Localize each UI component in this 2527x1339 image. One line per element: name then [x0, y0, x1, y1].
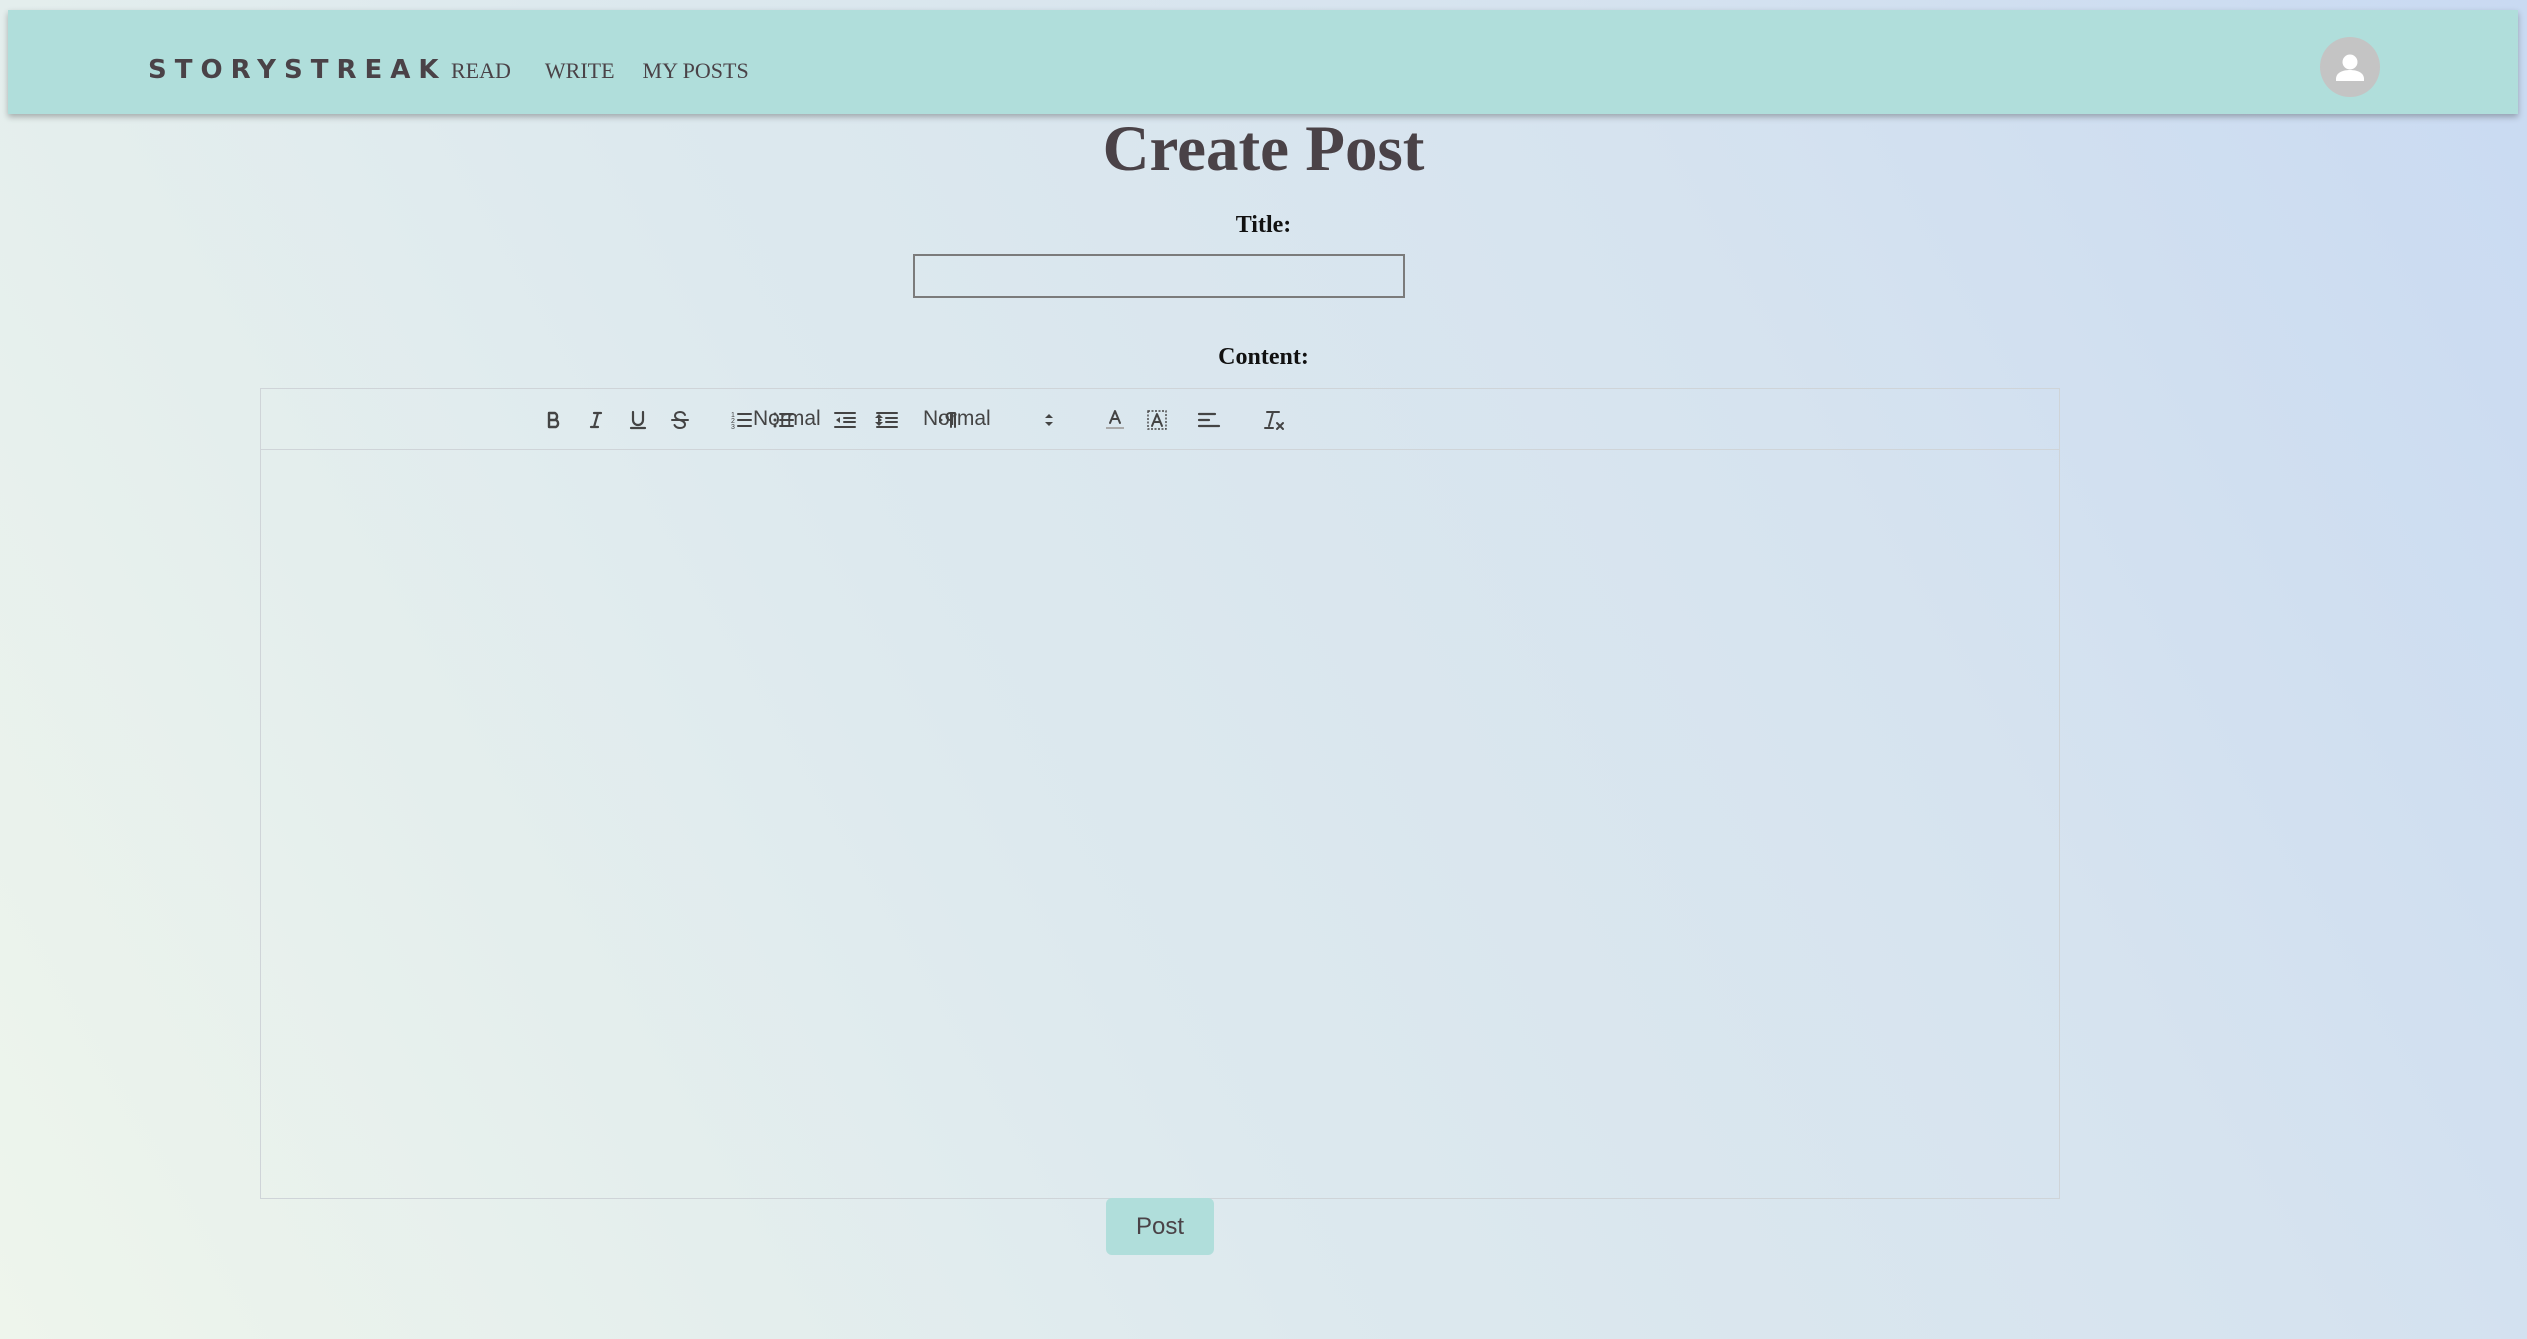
- italic-button[interactable]: [582, 406, 610, 434]
- main-nav: READ WRITE MY POSTS: [451, 58, 749, 84]
- editor-content-area[interactable]: [261, 450, 2059, 1198]
- title-input[interactable]: [913, 254, 1405, 298]
- bold-button[interactable]: [540, 406, 568, 434]
- underline-button[interactable]: [624, 406, 652, 434]
- italic-icon: [589, 411, 603, 429]
- clear-format-icon: [1264, 411, 1284, 430]
- title-label: Title:: [1235, 212, 1292, 238]
- strikethrough-icon: [671, 410, 689, 430]
- editor-toolbar: 1 2 3 Normal Normal: [261, 389, 2059, 450]
- user-avatar-button[interactable]: [2320, 37, 2380, 97]
- outdent-button[interactable]: [831, 406, 859, 434]
- navbar: STORYSTREAK READ WRITE MY POSTS: [8, 10, 2518, 114]
- size-select-value: Normal: [923, 407, 991, 430]
- text-color-icon: [1106, 410, 1124, 429]
- strikethrough-button[interactable]: [666, 406, 694, 434]
- size-select[interactable]: Normal: [923, 403, 1053, 435]
- page-title: Create Post: [1102, 113, 1425, 185]
- background-color-icon: [1147, 410, 1167, 430]
- heading-select-value: Normal: [753, 407, 821, 430]
- align-button[interactable]: [1195, 406, 1223, 434]
- ordered-list-button[interactable]: 1 2 3: [727, 406, 755, 434]
- brand-logo[interactable]: STORYSTREAK: [148, 55, 447, 85]
- heading-select[interactable]: Normal: [753, 403, 883, 435]
- content-label: Content:: [1218, 344, 1309, 370]
- nav-link-write[interactable]: WRITE: [545, 58, 615, 84]
- rich-text-editor: 1 2 3 Normal Normal: [260, 388, 2060, 1199]
- post-button[interactable]: Post: [1106, 1198, 1214, 1255]
- user-icon: [2336, 54, 2364, 81]
- clear-format-button[interactable]: [1259, 406, 1287, 434]
- select-arrows-icon: [1045, 414, 1053, 426]
- background-color-button[interactable]: [1143, 406, 1171, 434]
- bold-icon: [547, 411, 560, 429]
- select-arrows-icon: [875, 414, 883, 426]
- nav-link-my-posts[interactable]: MY POSTS: [643, 58, 749, 84]
- nav-link-read[interactable]: READ: [451, 58, 511, 84]
- svg-text:3: 3: [731, 424, 735, 431]
- underline-icon: [629, 410, 647, 430]
- text-color-button[interactable]: [1101, 406, 1129, 434]
- ordered-list-icon: 1 2 3: [731, 412, 752, 431]
- align-left-icon: [1197, 412, 1221, 428]
- outdent-icon: [834, 412, 856, 428]
